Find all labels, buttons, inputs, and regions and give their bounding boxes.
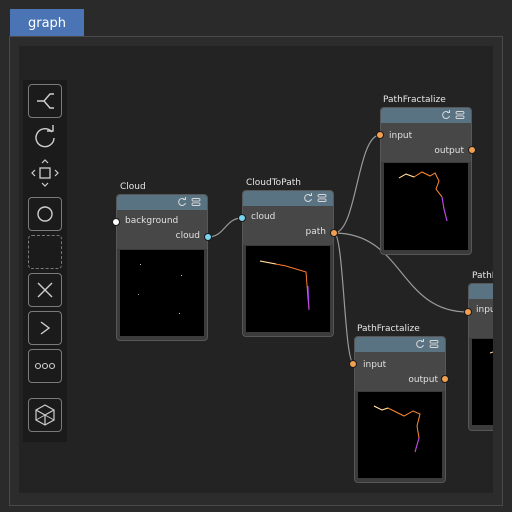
node-header [243, 191, 333, 206]
tab-graph[interactable]: graph [10, 9, 84, 37]
node-ports [381, 123, 471, 162]
node-pathfractalize-bottom[interactable]: input output [354, 336, 446, 483]
node-header [381, 108, 471, 123]
refresh-icon[interactable] [415, 339, 425, 349]
rotate-tool-button[interactable] [28, 120, 62, 154]
node-preview [358, 392, 442, 478]
node-preview [472, 339, 493, 425]
move-tool-icon [31, 159, 59, 187]
wire-path-to-fractalize-top [333, 134, 381, 234]
fractal-path-preview [489, 351, 493, 354]
dashed-rect-tool-icon [34, 241, 56, 263]
cloud-preview-points [138, 264, 182, 314]
node-title-pathfractalize-top: PathFractalize [383, 95, 446, 105]
port-output[interactable] [441, 375, 449, 383]
port-background-input[interactable] [112, 218, 120, 226]
settings-icon[interactable] [191, 197, 201, 207]
port-output[interactable] [468, 146, 476, 154]
port-cloud-input[interactable] [238, 214, 246, 222]
port-label-input: input [363, 360, 387, 370]
circle-tool-button[interactable] [28, 197, 62, 231]
port-label-output: output [434, 146, 464, 156]
node-title-cloudtopath: CloudToPath [246, 178, 301, 188]
port-label-cloud: cloud [175, 231, 200, 241]
circle-tool-icon [37, 206, 53, 222]
port-label-input: inpu [476, 305, 493, 315]
more-tool-icon [34, 362, 56, 370]
branch-tool-icon [37, 93, 54, 109]
port-input[interactable] [376, 131, 384, 139]
node-header [469, 284, 493, 299]
rotate-tool-icon [35, 125, 55, 148]
refresh-icon[interactable] [303, 193, 313, 203]
node-preview [120, 250, 204, 336]
wire-cloud-to-cloudtopath [207, 217, 243, 238]
fractal-path-preview [373, 405, 421, 453]
delete-tool-button[interactable] [28, 273, 62, 307]
port-label-output: output [408, 375, 438, 385]
graph-canvas[interactable]: Cloud background cloud CloudToPath cloud… [19, 46, 493, 493]
node-preview [384, 163, 468, 250]
fractal-path-preview [398, 171, 448, 222]
node-cloud[interactable]: background cloud [116, 194, 208, 341]
tool-palette [23, 80, 67, 442]
node-title-partial: PathF [472, 271, 493, 281]
dashed-rect-tool-button[interactable] [28, 235, 62, 269]
refresh-icon[interactable] [441, 110, 451, 120]
port-cloud-output[interactable] [204, 233, 212, 241]
node-title-cloud: Cloud [120, 182, 146, 192]
refresh-icon[interactable] [177, 197, 187, 207]
port-label-input: input [389, 131, 413, 141]
node-pathfractalize-top[interactable]: input output [380, 107, 472, 255]
arrow-tool-icon [40, 321, 51, 335]
port-input[interactable] [464, 308, 472, 316]
settings-icon[interactable] [429, 339, 439, 349]
settings-icon[interactable] [317, 193, 327, 203]
delete-tool-icon [37, 282, 53, 298]
arrow-tool-button[interactable] [28, 311, 62, 345]
settings-icon[interactable] [455, 110, 465, 120]
cube-tool-icon [35, 404, 55, 426]
more-tool-button[interactable] [28, 349, 62, 383]
wire-path-to-fractalize-bottom [333, 232, 355, 365]
cube-tool-button[interactable] [28, 398, 62, 432]
port-label-cloud: cloud [251, 212, 276, 222]
port-label-background: background [125, 216, 179, 226]
node-title-pathfractalize-bottom: PathFractalize [357, 324, 420, 334]
node-cloudtopath[interactable]: cloud path [242, 190, 334, 337]
move-tool-button[interactable] [28, 156, 62, 190]
port-path-output[interactable] [330, 229, 338, 237]
node-pathfractalize-partial[interactable]: inpu [468, 283, 493, 431]
node-header [355, 337, 445, 352]
port-input[interactable] [349, 360, 357, 368]
port-label-path: path [305, 227, 326, 237]
branch-tool-button[interactable] [28, 84, 62, 118]
node-ports [355, 352, 445, 391]
node-header [117, 195, 207, 210]
node-preview [246, 246, 330, 332]
path-preview [259, 260, 310, 311]
